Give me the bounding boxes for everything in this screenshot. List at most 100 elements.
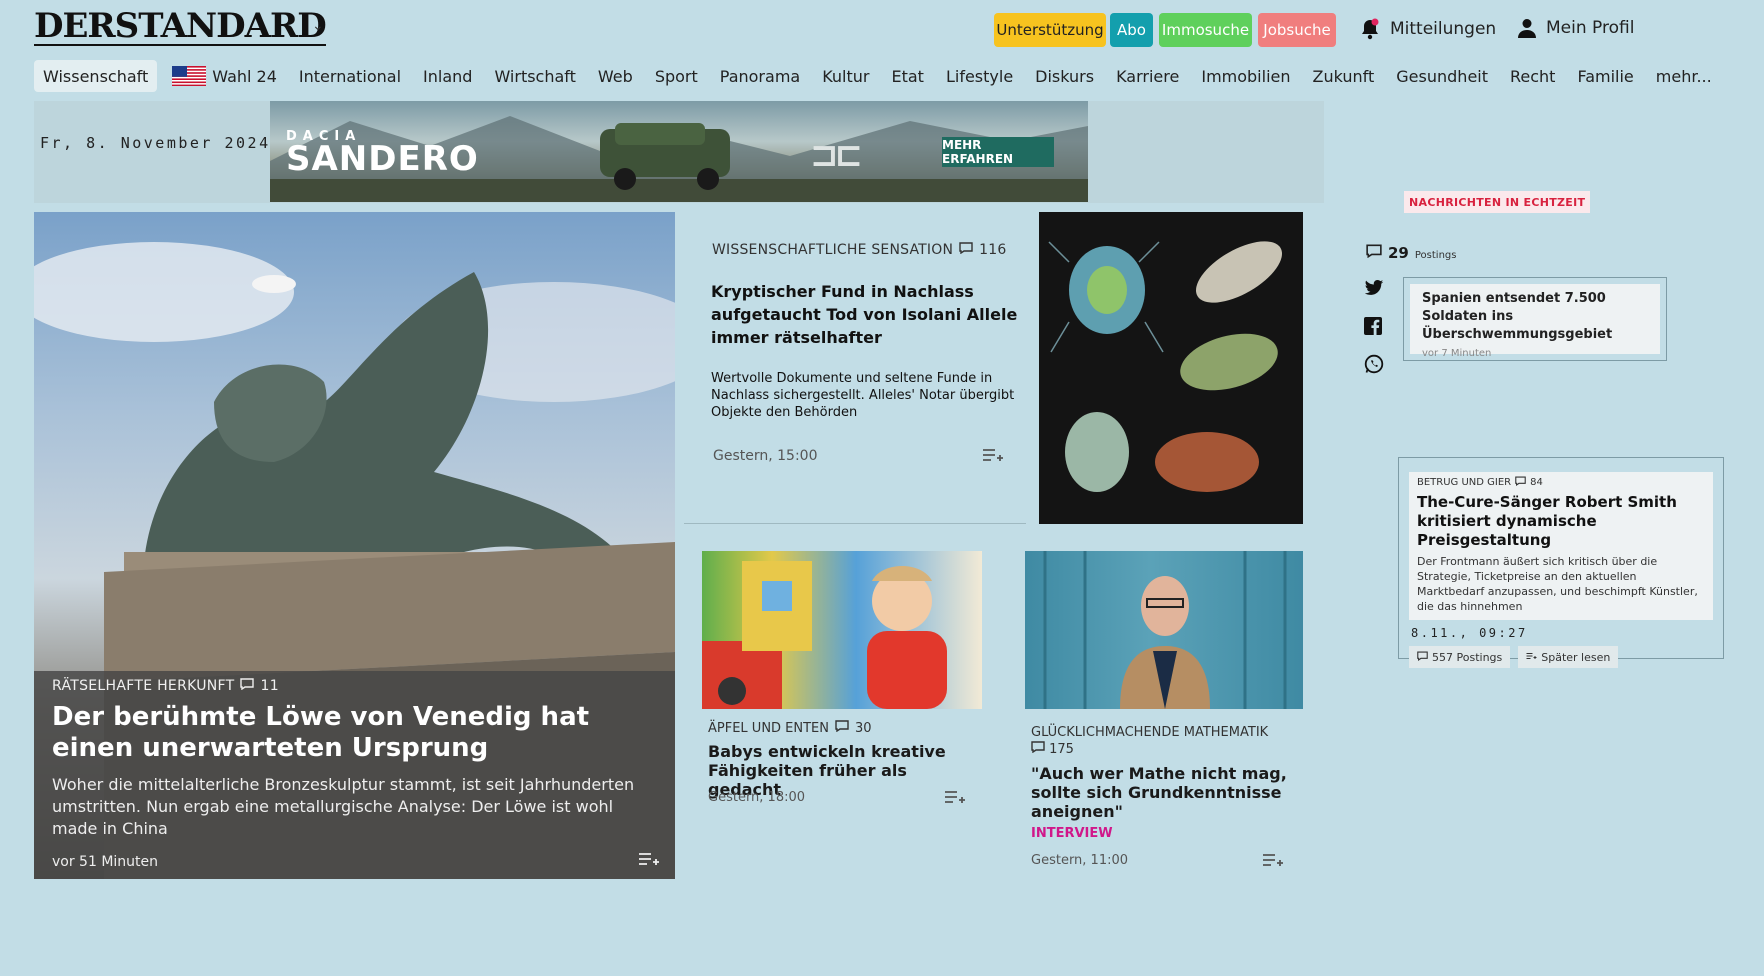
- nav-item-karriere[interactable]: Karriere: [1105, 60, 1190, 92]
- article-comment-count: 30: [855, 720, 872, 736]
- hero-title[interactable]: Der berühmte Löwe von Venedig hat einen …: [52, 702, 652, 764]
- interview-tag: INTERVIEW: [1031, 826, 1113, 841]
- article-kicker: BETRUG UND GIER 84: [1417, 476, 1705, 489]
- nav-item-kultur[interactable]: Kultur: [811, 60, 880, 92]
- nav-item-familie[interactable]: Familie: [1566, 60, 1644, 92]
- article-kicker-label: GLÜCKLICHMACHENDE MATHEMATIK: [1031, 725, 1269, 740]
- article-lead: Wertvolle Dokumente und seltene Funde in…: [711, 371, 1015, 420]
- nav-item-zukunft[interactable]: Zukunft: [1302, 60, 1386, 92]
- interview-portrait-image[interactable]: [1025, 551, 1303, 709]
- article-timestamp: Gestern, 11:00: [1031, 853, 1129, 868]
- hero-kicker: RÄTSELHAFTE HERKUNFT 11: [52, 678, 279, 694]
- nav-item-more[interactable]: mehr...: [1645, 60, 1723, 92]
- side-article-card[interactable]: BETRUG UND GIER 84 The-Cure-Sänger Rober…: [1398, 457, 1724, 668]
- add-to-list-icon[interactable]: [638, 852, 660, 872]
- nav-item-web[interactable]: Web: [587, 60, 644, 92]
- live-news-box[interactable]: Spanien entsendet 7.500 Soldaten ins Übe…: [1403, 277, 1667, 361]
- side-article-actions: 557 Postings Später lesen: [1409, 646, 1713, 668]
- profile-link[interactable]: Mein Profil: [1518, 18, 1634, 38]
- comment-icon: [1515, 476, 1526, 489]
- article-card-nachlass[interactable]: WISSENSCHAFTLICHE SENSATION 116 Kryptisc…: [684, 212, 1026, 524]
- chevron-down-icon[interactable]: ⌄: [312, 18, 324, 34]
- nav-item-international[interactable]: International: [288, 60, 412, 92]
- article-title[interactable]: The-Cure-Sänger Robert Smith kritisiert …: [1417, 493, 1705, 550]
- site-logo[interactable]: DERSTANDARD: [34, 8, 327, 46]
- nav-item-gesundheit[interactable]: Gesundheit: [1385, 60, 1499, 92]
- twitter-icon[interactable]: [1364, 279, 1384, 301]
- notifications-label: Mitteilungen: [1390, 19, 1497, 39]
- nav-item-wirtschaft[interactable]: Wirtschaft: [483, 60, 586, 92]
- article-kicker: GLÜCKLICHMACHENDE MATHEMATIK 175: [1031, 724, 1301, 758]
- read-later-button[interactable]: Später lesen: [1518, 646, 1619, 668]
- ad-banner[interactable]: DACIA SANDERO ⊐⊏ MEHR ERFAHREN: [270, 101, 1088, 202]
- ad-cta-button[interactable]: MEHR ERFAHREN: [942, 137, 1054, 167]
- comment-icon: [1031, 741, 1045, 758]
- nav-item-wahl-24[interactable]: Wahl 24: [161, 60, 288, 92]
- nav-item-lifestyle[interactable]: Lifestyle: [935, 60, 1024, 92]
- nav-item-wissenschaft[interactable]: Wissenschaft: [34, 60, 158, 92]
- current-date: Fr, 8. November 2024: [40, 134, 271, 152]
- nav-item-immobilien[interactable]: Immobilien: [1190, 60, 1301, 92]
- article-title[interactable]: "Auch wer Mathe nicht mag, sollte sich G…: [1031, 764, 1301, 821]
- hero-comment-count: 11: [260, 678, 279, 694]
- add-to-list-icon[interactable]: [982, 448, 1004, 468]
- article-title[interactable]: Kryptischer Fund in Nachlass aufgetaucht…: [711, 280, 1027, 349]
- ad-brand-big: SANDERO: [286, 139, 479, 179]
- job-search-button[interactable]: Jobsuche: [1258, 13, 1336, 47]
- article-timestamp: Gestern, 15:00: [713, 448, 818, 464]
- article-kicker-label: ÄPFEL UND ENTEN: [708, 720, 829, 736]
- hero-timestamp: vor 51 Minuten: [52, 854, 159, 870]
- article-timestamp: 8.11., 09:27: [1411, 626, 1528, 640]
- nav-item-sport[interactable]: Sport: [644, 60, 709, 92]
- facebook-icon[interactable]: [1364, 317, 1382, 339]
- nav-item-diskurs[interactable]: Diskurs: [1024, 60, 1105, 92]
- live-news-badge[interactable]: NACHRICHTEN IN ECHTZEIT: [1404, 191, 1591, 213]
- article-kicker: ÄPFEL UND ENTEN 30: [708, 720, 872, 736]
- live-news-title[interactable]: Spanien entsendet 7.500 Soldaten ins Übe…: [1422, 290, 1648, 344]
- postings-label: Postings: [1414, 250, 1457, 261]
- live-postings-count[interactable]: 29 Postings: [1366, 243, 1456, 262]
- nav-item-panorama[interactable]: Panorama: [709, 60, 811, 92]
- side-article-content[interactable]: BETRUG UND GIER 84 The-Cure-Sänger Rober…: [1409, 472, 1713, 620]
- tardigrade-illustration-image[interactable]: [1039, 212, 1303, 524]
- postings-button[interactable]: 557 Postings: [1409, 646, 1511, 668]
- read-later-label: Später lesen: [1541, 650, 1611, 664]
- immo-search-button[interactable]: Immosuche: [1159, 13, 1252, 47]
- article-lead: Der Frontmann äußert sich kritisch über …: [1417, 555, 1698, 613]
- article-comment-count: 116: [979, 242, 1007, 258]
- support-button[interactable]: Unterstützung: [994, 13, 1106, 47]
- comment-icon: [835, 720, 849, 736]
- comment-icon: [959, 242, 973, 258]
- ad-brand: DACIA SANDERO: [286, 129, 479, 176]
- add-to-list-icon: [1526, 651, 1537, 664]
- article-comment-count: 175: [1049, 742, 1074, 757]
- article-comment-count: 84: [1530, 477, 1543, 488]
- add-to-list-icon[interactable]: [1262, 853, 1284, 873]
- abo-button[interactable]: Abo: [1110, 13, 1153, 47]
- dacia-logo-icon: ⊐⊏: [810, 135, 863, 175]
- notifications-link[interactable]: Mitteilungen: [1360, 18, 1496, 40]
- nav-item-label: Wahl 24: [212, 66, 277, 86]
- live-news-timestamp: vor 7 Minuten: [1422, 348, 1492, 359]
- comment-icon: [1417, 651, 1428, 664]
- hero-kicker-label: RÄTSELHAFTE HERKUNFT: [52, 678, 235, 694]
- live-news-item[interactable]: Spanien entsendet 7.500 Soldaten ins Übe…: [1410, 284, 1660, 359]
- postings-button-label: 557 Postings: [1432, 650, 1503, 664]
- article-kicker-label: BETRUG UND GIER: [1417, 477, 1512, 488]
- main-nav: Wissenschaft Wahl 24 International Inlan…: [34, 60, 1723, 92]
- nav-item-recht[interactable]: Recht: [1499, 60, 1566, 92]
- profile-label: Mein Profil: [1546, 18, 1635, 38]
- article-timestamp: Gestern, 18:00: [708, 790, 806, 805]
- hero-article[interactable]: RÄTSELHAFTE HERKUNFT 11 Der berühmte Löw…: [34, 212, 675, 879]
- hero-lead: Woher die mittelalterliche Bronzeskulptu…: [52, 775, 635, 838]
- person-icon: [1518, 18, 1536, 38]
- bell-icon: [1360, 18, 1380, 40]
- whatsapp-icon[interactable]: [1364, 354, 1384, 378]
- add-to-list-icon[interactable]: [944, 790, 966, 810]
- nav-item-etat[interactable]: Etat: [880, 60, 934, 92]
- baby-playing-image[interactable]: [702, 551, 982, 709]
- us-flag-icon: [172, 66, 207, 86]
- nav-item-inland[interactable]: Inland: [412, 60, 483, 92]
- article-kicker-label: WISSENSCHAFTLICHE SENSATION: [712, 242, 954, 258]
- comment-icon: [1366, 243, 1382, 262]
